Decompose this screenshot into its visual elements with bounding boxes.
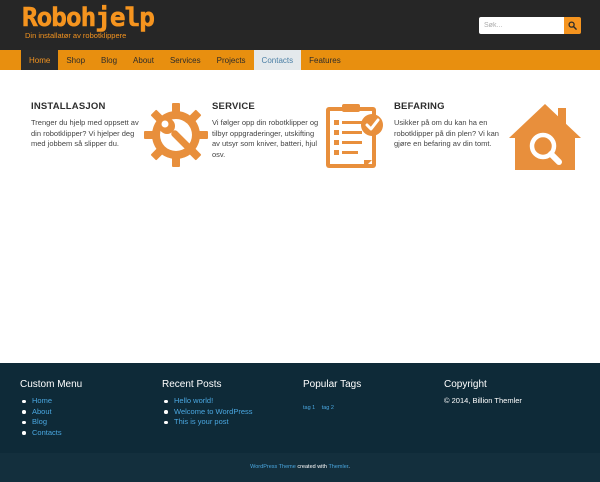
recent-post-link[interactable]: Welcome to WordPress xyxy=(162,407,253,418)
house-search-icon xyxy=(509,104,581,170)
footer-link-about[interactable]: About xyxy=(20,407,82,418)
feature-title: SERVICE xyxy=(212,101,255,112)
feature-service: SERVICE Vi følger opp din robotklipper o… xyxy=(212,101,324,160)
credit-middle: created with xyxy=(295,464,329,470)
search-button[interactable] xyxy=(564,17,581,34)
wordpress-theme-link[interactable]: WordPress Theme xyxy=(250,464,296,470)
feature-installasjon: INSTALLASJON Trenger du hjelp med oppset… xyxy=(31,101,139,150)
site-footer: Custom Menu Home About Blog Contacts Rec… xyxy=(0,363,600,453)
nav-item-projects[interactable]: Projects xyxy=(209,50,254,70)
nav-item-contacts[interactable]: Contacts xyxy=(253,50,302,70)
search-input[interactable] xyxy=(479,17,564,34)
search-form xyxy=(479,17,581,34)
footer-widget-title: Copyright xyxy=(444,379,487,390)
nav-item-shop[interactable]: Shop xyxy=(58,50,93,70)
footer-credit-bar: WordPress Theme created with Themler. xyxy=(0,453,600,482)
site-logo[interactable]: Robohjelp Din installatør av robotklippe… xyxy=(22,4,155,40)
footer-recent-posts: Recent Posts Hello world! Welcome to Wor… xyxy=(162,379,253,428)
logo-wordmark[interactable]: Robohjelp xyxy=(22,4,155,33)
feature-text: Vi følger opp din robotklipper og tilbyr… xyxy=(212,118,319,159)
footer-link-blog[interactable]: Blog xyxy=(20,417,82,428)
feature-text: Trenger du hjelp med oppsett av din robo… xyxy=(31,118,139,148)
copyright-text: © 2014, Billion Themler xyxy=(444,396,522,405)
tag-link[interactable]: tag 2 xyxy=(322,405,334,411)
feature-title: INSTALLASJON xyxy=(31,101,106,112)
tag-link[interactable]: tag 1 xyxy=(303,405,315,411)
nav-item-home[interactable]: Home xyxy=(21,50,59,70)
footer-widget-title: Custom Menu xyxy=(20,379,83,390)
footer-link-contacts[interactable]: Contacts xyxy=(20,428,82,439)
footer-custom-menu: Custom Menu Home About Blog Contacts xyxy=(20,379,82,438)
themler-link[interactable]: Themler xyxy=(328,464,348,470)
gear-wrench-icon xyxy=(144,103,208,167)
nav-item-about[interactable]: About xyxy=(125,50,162,70)
footer-copyright: Copyright © 2014, Billion Themler xyxy=(444,379,522,405)
nav-item-services[interactable]: Services xyxy=(162,50,209,70)
footer-widget-title: Recent Posts xyxy=(162,379,222,390)
credit-end: . xyxy=(348,464,350,470)
site-header: Robohjelp Din installatør av robotklippe… xyxy=(0,0,600,50)
checklist-icon xyxy=(326,104,383,168)
footer-link-home[interactable]: Home xyxy=(20,396,82,407)
feature-title: BEFARING xyxy=(394,101,445,112)
feature-befaring: BEFARING Usikker på om du kan ha en robo… xyxy=(394,101,506,150)
search-icon xyxy=(568,21,577,30)
recent-post-link[interactable]: This is your post xyxy=(162,417,253,428)
logo-tagline: Din installatør av robotklippere xyxy=(25,31,127,40)
main-nav: Home Shop Blog About Services Projects C… xyxy=(0,50,600,70)
credit-text: WordPress Theme created with Themler. xyxy=(250,464,350,470)
feature-text: Usikker på om du kan ha en robotklipper … xyxy=(394,118,499,148)
recent-post-link[interactable]: Hello world! xyxy=(162,396,253,407)
nav-item-features[interactable]: Features xyxy=(301,50,349,70)
footer-widget-title: Popular Tags xyxy=(303,379,362,390)
footer-popular-tags: Popular Tags tag 1 tag 2 xyxy=(303,379,361,414)
nav-item-blog[interactable]: Blog xyxy=(93,50,125,70)
